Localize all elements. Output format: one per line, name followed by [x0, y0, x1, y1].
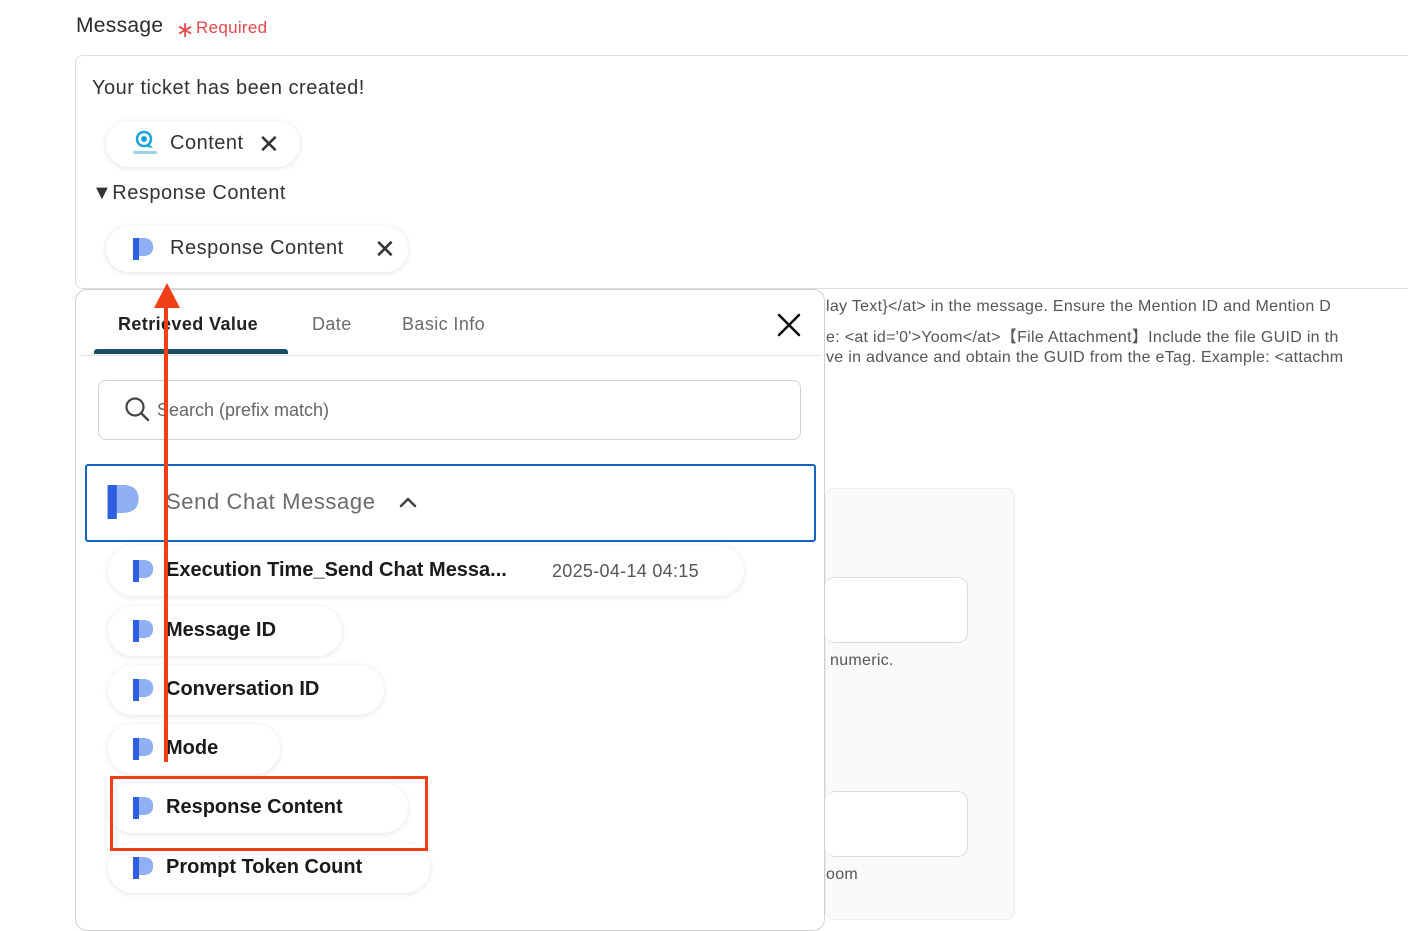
- tab-retrieved-value[interactable]: Retrieved Value: [118, 314, 258, 335]
- perplexity-logo-icon: [132, 237, 154, 261]
- background-input-field[interactable]: [825, 577, 968, 643]
- active-tab-indicator: [94, 349, 288, 354]
- help-text-line: e: <at id='0'>Yoom</at>【File Attachment】…: [826, 329, 1339, 346]
- annotation-arrow-head-icon: [154, 283, 180, 308]
- perplexity-logo-icon: [132, 678, 154, 702]
- message-intro-text: Your ticket has been created!: [92, 77, 365, 99]
- background-hint-text: oom: [826, 866, 859, 883]
- message-field-label: Message: [76, 14, 164, 37]
- response-content-variable-chip[interactable]: Response Content ✕: [106, 226, 408, 272]
- item-value: 2025-04-14 04:15: [552, 561, 699, 581]
- chip-remove-close-icon[interactable]: ✕: [258, 131, 280, 157]
- response-section-heading: ▼Response Content: [92, 182, 286, 204]
- required-star-icon: ∗: [176, 17, 195, 42]
- list-item[interactable]: Message ID: [108, 606, 342, 656]
- background-hint-text: numeric.: [830, 652, 894, 669]
- tab-basic-info[interactable]: Basic Info: [402, 314, 485, 335]
- list-item[interactable]: Conversation ID: [108, 665, 384, 715]
- content-variable-chip[interactable]: Content ✕: [106, 121, 300, 167]
- list-item[interactable]: Mode: [108, 724, 280, 774]
- background-input-field[interactable]: [825, 791, 968, 857]
- item-label: Conversation ID: [166, 678, 320, 700]
- chip-label: Content: [170, 132, 244, 154]
- help-text-line: ve in advance and obtain the GUID from t…: [826, 349, 1344, 366]
- chip-label: Response Content: [170, 237, 344, 259]
- search-icon: [124, 396, 150, 422]
- perplexity-logo-icon: [132, 619, 154, 643]
- perplexity-logo-icon: [132, 559, 154, 583]
- required-label: Required: [196, 18, 268, 37]
- group-title: Send Chat Message: [166, 489, 376, 514]
- chatplus-logo-icon: [130, 130, 160, 158]
- perplexity-logo-icon: [132, 737, 154, 761]
- search-placeholder: Search (prefix match): [157, 400, 330, 420]
- chip-remove-close-icon[interactable]: ✕: [374, 236, 396, 262]
- help-text-line: lay Text}</at> in the message. Ensure th…: [826, 298, 1332, 315]
- item-label: Execution Time_Send Chat Messa...: [166, 559, 507, 581]
- highlight-box: [110, 776, 428, 851]
- item-label: Prompt Token Count: [166, 856, 363, 878]
- annotation-arrow-shaft: [164, 300, 168, 762]
- chevron-up-icon[interactable]: [398, 494, 418, 510]
- item-label: Message ID: [166, 619, 277, 641]
- popup-close-icon[interactable]: [776, 312, 802, 338]
- tab-divider: [80, 355, 822, 356]
- perplexity-logo-icon: [106, 483, 140, 521]
- list-item[interactable]: Execution Time_Send Chat Messa... 2025-0…: [108, 546, 744, 596]
- tab-date[interactable]: Date: [312, 314, 352, 335]
- perplexity-logo-icon: [132, 856, 154, 880]
- item-label: Mode: [166, 737, 219, 759]
